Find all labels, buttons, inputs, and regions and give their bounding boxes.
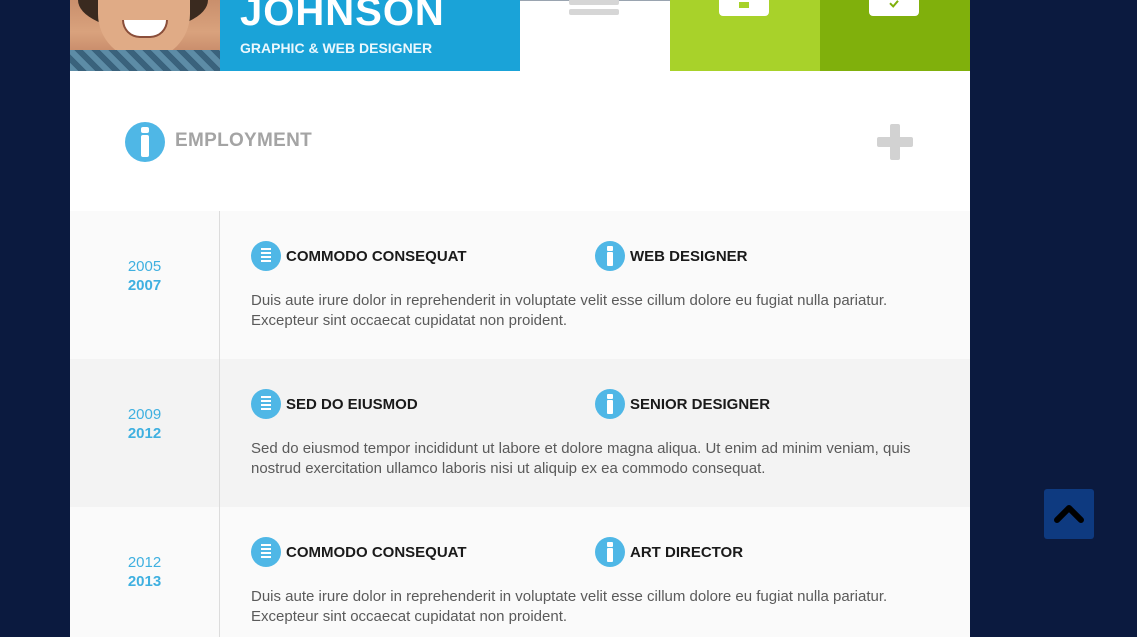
profile-name: JOHNSON	[240, 0, 445, 34]
section-title: EMPLOYMENT	[175, 130, 313, 151]
briefcase-icon	[719, 0, 769, 16]
employment-description: Sed do eiusmod tempor incididunt ut labo…	[251, 440, 911, 477]
employment-years: 2005 2007	[70, 257, 219, 295]
plus-icon[interactable]	[877, 124, 913, 160]
start-year: 2009	[127, 406, 162, 423]
info-icon	[595, 537, 625, 567]
resume-page: JOHNSON GRAPHIC & WEB DESIGNER EMPLOYMEN…	[70, 0, 970, 637]
scroll-to-top-button[interactable]	[1044, 489, 1094, 539]
profile-header: JOHNSON GRAPHIC & WEB DESIGNER	[70, 0, 970, 71]
position-title: ART DIRECTOR	[630, 543, 744, 561]
employment-description: Duis aute irure dolor in reprehenderit i…	[251, 292, 888, 329]
profile-role: GRAPHIC & WEB DESIGNER	[240, 40, 433, 56]
end-year: 2012	[127, 425, 162, 442]
info-icon	[125, 122, 165, 162]
company: COMMODO CONSEQUAT	[251, 537, 467, 567]
employment-years: 2012 2013	[70, 553, 219, 591]
end-year: 2013	[127, 573, 162, 590]
info-icon	[595, 389, 625, 419]
employment-years: 2009 2012	[70, 405, 219, 443]
avatar	[70, 0, 220, 71]
company-name: SED DO EIUSMOD	[286, 395, 418, 413]
building-icon	[251, 537, 281, 567]
building-icon	[251, 241, 281, 271]
employment-list: 2005 2007 COMMODO CONSEQUAT WEB DESIGNER…	[70, 211, 970, 637]
skills-tab[interactable]	[820, 0, 970, 71]
name-block: JOHNSON GRAPHIC & WEB DESIGNER	[220, 0, 520, 71]
position-title: WEB DESIGNER	[630, 247, 748, 265]
check-icon	[869, 0, 919, 16]
employment-item: 2005 2007 COMMODO CONSEQUAT WEB DESIGNER…	[70, 211, 970, 359]
start-year: 2005	[127, 258, 162, 275]
building-icon	[251, 389, 281, 419]
position: ART DIRECTOR	[595, 537, 743, 567]
info-icon	[595, 241, 625, 271]
end-year: 2007	[127, 277, 162, 294]
start-year: 2012	[127, 554, 162, 571]
company: COMMODO CONSEQUAT	[251, 241, 467, 271]
portfolio-tab[interactable]	[670, 0, 820, 71]
position: WEB DESIGNER	[595, 241, 748, 271]
employment-description: Duis aute irure dolor in reprehenderit i…	[251, 588, 888, 625]
chevron-up-icon	[1054, 505, 1084, 523]
company: SED DO EIUSMOD	[251, 389, 418, 419]
position: SENIOR DESIGNER	[595, 389, 770, 419]
company-name: COMMODO CONSEQUAT	[286, 247, 467, 265]
employment-header: EMPLOYMENT	[70, 71, 970, 211]
employment-item: 2012 2013 COMMODO CONSEQUAT ART DIRECTOR…	[70, 507, 970, 637]
menu-button[interactable]	[520, 0, 670, 71]
position-title: SENIOR DESIGNER	[630, 395, 771, 413]
employment-item: 2009 2012 SED DO EIUSMOD SENIOR DESIGNER…	[70, 359, 970, 507]
company-name: COMMODO CONSEQUAT	[286, 543, 467, 561]
